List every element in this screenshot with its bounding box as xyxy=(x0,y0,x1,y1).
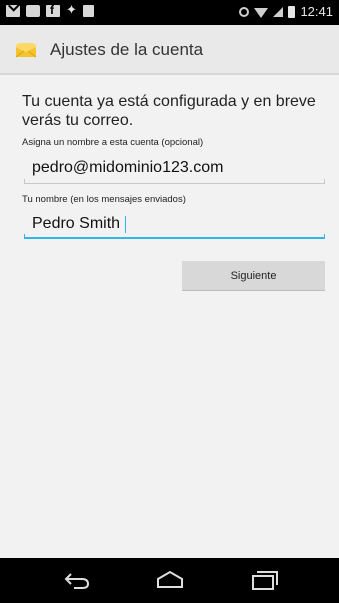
signal-icon xyxy=(273,6,284,17)
notification-icons: ✦ xyxy=(6,3,94,18)
your-name-input[interactable] xyxy=(24,212,325,236)
message-icon xyxy=(26,5,40,17)
account-name-label: Asigna un nombre a esta cuenta (opcional… xyxy=(22,137,204,148)
page-title: Ajustes de la cuenta xyxy=(50,40,204,59)
battery-icon xyxy=(288,5,296,18)
next-button[interactable]: Siguiente xyxy=(182,261,325,291)
clock: 12:41 xyxy=(300,4,333,19)
setup-complete-message: Tu cuenta ya está configurada y en breve… xyxy=(22,93,316,129)
back-icon[interactable] xyxy=(62,569,92,591)
system-icons: 12:41 xyxy=(239,4,333,19)
twitter-icon: ✦ xyxy=(66,3,77,18)
account-name-underline xyxy=(24,179,325,184)
document-icon xyxy=(82,5,94,17)
action-bar: Ajustes de la cuenta xyxy=(0,25,339,75)
recent-apps-icon[interactable] xyxy=(250,569,280,591)
your-name-label: Tu nombre (en los mensajes enviados) xyxy=(22,194,186,205)
your-name-underline xyxy=(24,234,325,239)
gmail-icon xyxy=(6,5,20,17)
wifi-icon xyxy=(254,7,269,18)
navigation-bar xyxy=(0,558,339,603)
home-icon[interactable] xyxy=(155,569,185,591)
text-cursor xyxy=(125,216,126,233)
email-app-icon[interactable] xyxy=(15,41,37,59)
account-name-input[interactable] xyxy=(24,156,325,180)
facebook-icon xyxy=(46,3,60,17)
alarm-icon xyxy=(239,6,250,17)
status-bar: ✦ 12:41 xyxy=(0,0,339,25)
